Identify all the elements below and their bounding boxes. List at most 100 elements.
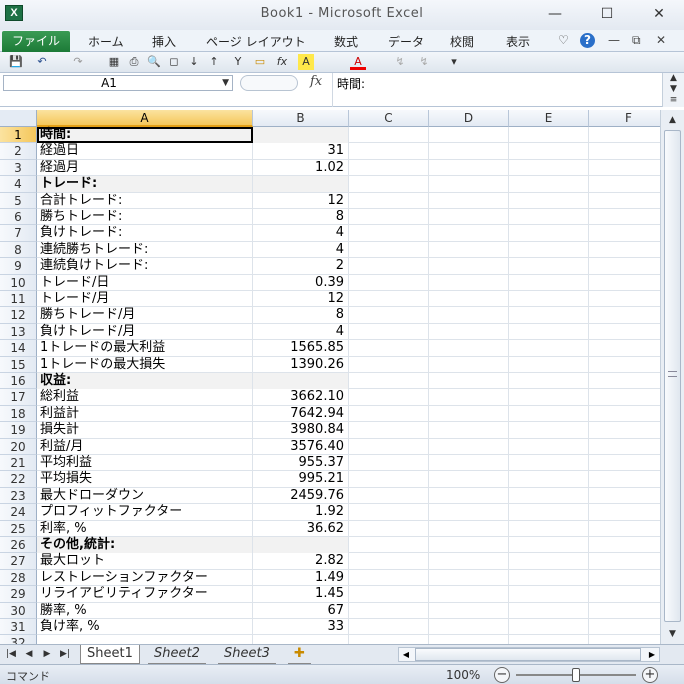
print-preview-icon[interactable]: 🔍: [146, 54, 162, 70]
horizontal-scroll-thumb[interactable]: [415, 648, 641, 661]
scroll-down-icon[interactable]: ▼: [661, 626, 684, 642]
cell-a[interactable]: トレード/日: [37, 274, 253, 291]
empty-cell[interactable]: [349, 405, 429, 422]
empty-cell[interactable]: [349, 471, 429, 488]
row-header[interactable]: 32: [0, 635, 37, 644]
empty-cell[interactable]: [589, 603, 660, 619]
cell-b[interactable]: 31: [253, 143, 349, 160]
row-header[interactable]: 25: [0, 520, 37, 537]
row-header[interactable]: 10: [0, 274, 37, 291]
last-sheet-icon[interactable]: ▶|: [58, 647, 72, 662]
cell-a[interactable]: 連続勝ちトレード:: [37, 241, 253, 258]
empty-cell[interactable]: [349, 192, 429, 209]
scroll-left-icon[interactable]: ◀: [399, 648, 413, 661]
chevron-up-icon[interactable]: ▲: [663, 73, 684, 84]
cell-a[interactable]: 損失計: [37, 422, 253, 439]
cell-a[interactable]: 負け率, %: [37, 619, 253, 635]
cell-b[interactable]: 8: [253, 209, 349, 225]
empty-cell[interactable]: [349, 635, 429, 644]
empty-cell[interactable]: [429, 209, 509, 225]
cell-a[interactable]: 利益/月: [37, 438, 253, 455]
empty-cell[interactable]: [349, 323, 429, 340]
chevron-down-icon[interactable]: ▼: [222, 76, 229, 90]
cell-b[interactable]: 1.02: [253, 159, 349, 176]
tab-page-layout[interactable]: ページ レイアウト: [206, 32, 306, 52]
empty-cell[interactable]: [589, 242, 660, 258]
empty-cell[interactable]: [589, 307, 660, 323]
column-header-f[interactable]: F: [589, 110, 660, 127]
insert-sheet-icon[interactable]: ✚: [288, 645, 311, 664]
sort-descending-icon[interactable]: ↑: [206, 54, 222, 70]
filter-icon[interactable]: Y: [230, 54, 246, 70]
empty-cell[interactable]: [429, 504, 509, 521]
prev-sheet-icon[interactable]: ◀: [22, 647, 36, 662]
empty-cell[interactable]: [509, 192, 589, 209]
workbook-restore-icon[interactable]: ⧉: [632, 33, 641, 48]
maximize-button[interactable]: ☐: [590, 3, 624, 25]
row-header[interactable]: 27: [0, 553, 37, 570]
macro-record-icon[interactable]: ↯: [416, 54, 432, 70]
empty-cell[interactable]: [509, 487, 589, 504]
column-header-d[interactable]: D: [429, 110, 509, 127]
cell-a[interactable]: 平均利益: [37, 455, 253, 471]
empty-cell[interactable]: [589, 521, 660, 537]
customize-toolbar-icon[interactable]: ▾: [446, 54, 462, 70]
row-header[interactable]: 29: [0, 586, 37, 603]
cell-a[interactable]: 最大ドローダウン: [37, 487, 253, 504]
empty-cell[interactable]: [509, 438, 589, 455]
cell-a[interactable]: 負けトレード:: [37, 225, 253, 242]
empty-cell[interactable]: [429, 176, 509, 193]
empty-cell[interactable]: [429, 553, 509, 570]
cell-a[interactable]: 利率, %: [37, 520, 253, 537]
empty-cell[interactable]: [349, 569, 429, 586]
empty-cell[interactable]: [509, 225, 589, 242]
row-header[interactable]: 15: [0, 356, 37, 373]
cell-b[interactable]: 7642.94: [253, 405, 349, 422]
cell-a[interactable]: [37, 635, 253, 644]
cell-b[interactable]: 1565.85: [253, 340, 349, 357]
empty-cell[interactable]: [509, 356, 589, 373]
empty-cell[interactable]: [509, 455, 589, 471]
empty-cell[interactable]: [509, 307, 589, 324]
empty-cell[interactable]: [589, 209, 660, 225]
empty-cell[interactable]: [349, 602, 429, 619]
row-header[interactable]: 16: [0, 373, 37, 390]
fill-color-icon[interactable]: A: [298, 54, 314, 70]
tab-insert[interactable]: 挿入: [152, 32, 176, 52]
empty-cell[interactable]: [349, 389, 429, 406]
empty-cell[interactable]: [349, 127, 429, 143]
empty-cell[interactable]: [429, 340, 509, 357]
empty-cell[interactable]: [589, 553, 660, 569]
empty-cell[interactable]: [589, 488, 660, 504]
empty-cell[interactable]: [509, 258, 589, 275]
cell-a[interactable]: 経過月: [37, 159, 253, 176]
ribbon-minimize-icon[interactable]: ♡: [558, 33, 569, 47]
cell-b[interactable]: 1.45: [253, 586, 349, 603]
save-icon[interactable]: 💾: [8, 54, 24, 70]
empty-cell[interactable]: [509, 159, 589, 176]
sheet-tab-sheet2[interactable]: Sheet2: [148, 645, 206, 664]
empty-cell[interactable]: [589, 291, 660, 307]
cell-a[interactable]: 利益計: [37, 405, 253, 422]
empty-cell[interactable]: [349, 586, 429, 603]
cell-b[interactable]: 3662.10: [253, 389, 349, 406]
redo-icon[interactable]: ↷: [70, 54, 86, 70]
cell-a[interactable]: 総利益: [37, 389, 253, 406]
undo-icon[interactable]: ↶: [34, 54, 50, 70]
cell-a[interactable]: 連続負けトレード:: [37, 258, 253, 275]
cell-b[interactable]: 995.21: [253, 471, 349, 488]
tab-review[interactable]: 校閲: [450, 32, 474, 52]
empty-cell[interactable]: [349, 340, 429, 357]
row-header[interactable]: 24: [0, 504, 37, 521]
font-color-icon[interactable]: A: [350, 54, 366, 70]
empty-cell[interactable]: [509, 209, 589, 225]
row-header[interactable]: 20: [0, 438, 37, 455]
empty-cell[interactable]: [509, 274, 589, 291]
cell-a[interactable]: 平均損失: [37, 471, 253, 488]
empty-cell[interactable]: [589, 193, 660, 209]
expand-icon[interactable]: ≡: [663, 95, 684, 106]
tab-file[interactable]: ファイル: [2, 31, 70, 52]
empty-cell[interactable]: [589, 389, 660, 405]
empty-cell[interactable]: [349, 553, 429, 570]
cell-a[interactable]: 合計トレード:: [37, 192, 253, 209]
